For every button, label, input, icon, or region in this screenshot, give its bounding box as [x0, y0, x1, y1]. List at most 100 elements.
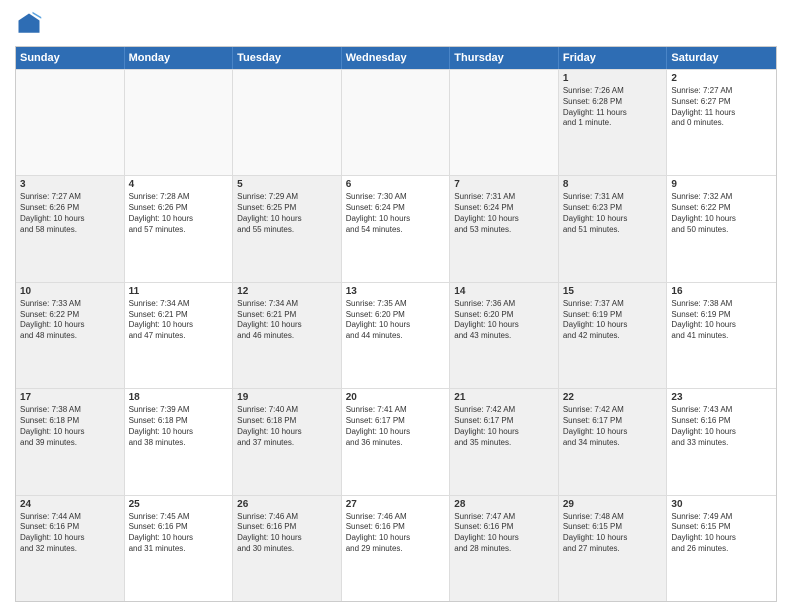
day-number: 26 [237, 499, 337, 510]
page: SundayMondayTuesdayWednesdayThursdayFrid… [0, 0, 792, 612]
day-info: Sunrise: 7:32 AM Sunset: 6:22 PM Dayligh… [671, 192, 772, 235]
day-number: 9 [671, 179, 772, 190]
day-info: Sunrise: 7:41 AM Sunset: 6:17 PM Dayligh… [346, 405, 446, 448]
day-number: 18 [129, 392, 229, 403]
day-number: 15 [563, 286, 663, 297]
weekday-header: Wednesday [342, 47, 451, 69]
calendar-cell: 16 Sunrise: 7:38 AM Sunset: 6:19 PM Dayli… [667, 283, 776, 388]
calendar-cell: 23Sunrise: 7:43 AM Sunset: 6:16 PM Dayli… [667, 389, 776, 494]
day-info: Sunrise: 7:49 AM Sunset: 6:15 PM Dayligh… [671, 512, 772, 555]
day-number: 2 [671, 73, 772, 84]
calendar-cell [16, 70, 125, 175]
calendar-cell: 22 Sunrise: 7:42 AM Sunset: 6:17 PM Dayli… [559, 389, 668, 494]
day-number: 28 [454, 499, 554, 510]
weekday-header: Monday [125, 47, 234, 69]
day-info: Sunrise: 7:31 AM Sunset: 6:24 PM Dayligh… [454, 192, 554, 235]
day-info: Sunrise: 7:42 AM Sunset: 6:17 PM Dayligh… [454, 405, 554, 448]
calendar-cell: 10 Sunrise: 7:33 AM Sunset: 6:22 PM Dayli… [16, 283, 125, 388]
day-info: Sunrise: 7:27 AM Sunset: 6:26 PM Dayligh… [20, 192, 120, 235]
day-info: Sunrise: 7:45 AM Sunset: 6:16 PM Dayligh… [129, 512, 229, 555]
day-number: 12 [237, 286, 337, 297]
day-number: 19 [237, 392, 337, 403]
day-number: 11 [129, 286, 229, 297]
calendar-cell: 27Sunrise: 7:46 AM Sunset: 6:16 PM Dayli… [342, 496, 451, 601]
day-number: 16 [671, 286, 772, 297]
day-info: Sunrise: 7:40 AM Sunset: 6:18 PM Dayligh… [237, 405, 337, 448]
day-info: Sunrise: 7:44 AM Sunset: 6:16 PM Dayligh… [20, 512, 120, 555]
weekday-header: Tuesday [233, 47, 342, 69]
calendar-cell: 25Sunrise: 7:45 AM Sunset: 6:16 PM Dayli… [125, 496, 234, 601]
calendar-cell: 7 Sunrise: 7:31 AM Sunset: 6:24 PM Daylig… [450, 176, 559, 281]
day-info: Sunrise: 7:43 AM Sunset: 6:16 PM Dayligh… [671, 405, 772, 448]
weekday-header: Saturday [667, 47, 776, 69]
day-number: 6 [346, 179, 446, 190]
day-info: Sunrise: 7:28 AM Sunset: 6:26 PM Dayligh… [129, 192, 229, 235]
day-info: Sunrise: 7:34 AM Sunset: 6:21 PM Dayligh… [129, 299, 229, 342]
day-info: Sunrise: 7:42 AM Sunset: 6:17 PM Dayligh… [563, 405, 663, 448]
calendar-cell [450, 70, 559, 175]
day-info: Sunrise: 7:48 AM Sunset: 6:15 PM Dayligh… [563, 512, 663, 555]
day-info: Sunrise: 7:38 AM Sunset: 6:18 PM Dayligh… [20, 405, 120, 448]
calendar-cell: 21 Sunrise: 7:42 AM Sunset: 6:17 PM Dayli… [450, 389, 559, 494]
day-number: 4 [129, 179, 229, 190]
day-number: 1 [563, 73, 663, 84]
calendar-cell: 3 Sunrise: 7:27 AM Sunset: 6:26 PM Daylig… [16, 176, 125, 281]
day-number: 14 [454, 286, 554, 297]
calendar-cell: 4 Sunrise: 7:28 AM Sunset: 6:26 PM Daylig… [125, 176, 234, 281]
day-info: Sunrise: 7:34 AM Sunset: 6:21 PM Dayligh… [237, 299, 337, 342]
logo [15, 10, 47, 38]
calendar-row: 1 Sunrise: 7:26 AM Sunset: 6:28 PM Daylig… [16, 69, 776, 175]
calendar-header: SundayMondayTuesdayWednesdayThursdayFrid… [16, 47, 776, 69]
day-info: Sunrise: 7:29 AM Sunset: 6:25 PM Dayligh… [237, 192, 337, 235]
day-number: 22 [563, 392, 663, 403]
calendar-cell: 1 Sunrise: 7:26 AM Sunset: 6:28 PM Daylig… [559, 70, 668, 175]
calendar-cell [342, 70, 451, 175]
day-info: Sunrise: 7:31 AM Sunset: 6:23 PM Dayligh… [563, 192, 663, 235]
day-info: Sunrise: 7:26 AM Sunset: 6:28 PM Dayligh… [563, 86, 663, 129]
day-number: 24 [20, 499, 120, 510]
day-number: 7 [454, 179, 554, 190]
calendar-cell: 30 Sunrise: 7:49 AM Sunset: 6:15 PM Dayli… [667, 496, 776, 601]
day-number: 29 [563, 499, 663, 510]
day-number: 10 [20, 286, 120, 297]
logo-icon [15, 10, 43, 38]
calendar-cell [233, 70, 342, 175]
calendar-cell: 6Sunrise: 7:30 AM Sunset: 6:24 PM Daylig… [342, 176, 451, 281]
calendar-cell: 8Sunrise: 7:31 AM Sunset: 6:23 PM Daylig… [559, 176, 668, 281]
calendar-cell: 12 Sunrise: 7:34 AM Sunset: 6:21 PM Dayli… [233, 283, 342, 388]
calendar-cell: 29 Sunrise: 7:48 AM Sunset: 6:15 PM Dayli… [559, 496, 668, 601]
day-number: 27 [346, 499, 446, 510]
calendar-cell: 17 Sunrise: 7:38 AM Sunset: 6:18 PM Dayli… [16, 389, 125, 494]
calendar-cell: 2 Sunrise: 7:27 AM Sunset: 6:27 PM Daylig… [667, 70, 776, 175]
calendar-cell: 13Sunrise: 7:35 AM Sunset: 6:20 PM Dayli… [342, 283, 451, 388]
day-number: 17 [20, 392, 120, 403]
day-info: Sunrise: 7:39 AM Sunset: 6:18 PM Dayligh… [129, 405, 229, 448]
day-info: Sunrise: 7:38 AM Sunset: 6:19 PM Dayligh… [671, 299, 772, 342]
calendar-cell: 24 Sunrise: 7:44 AM Sunset: 6:16 PM Dayli… [16, 496, 125, 601]
day-number: 20 [346, 392, 446, 403]
calendar-cell: 18 Sunrise: 7:39 AM Sunset: 6:18 PM Dayli… [125, 389, 234, 494]
day-info: Sunrise: 7:33 AM Sunset: 6:22 PM Dayligh… [20, 299, 120, 342]
calendar: SundayMondayTuesdayWednesdayThursdayFrid… [15, 46, 777, 602]
day-info: Sunrise: 7:36 AM Sunset: 6:20 PM Dayligh… [454, 299, 554, 342]
day-number: 3 [20, 179, 120, 190]
calendar-body: 1 Sunrise: 7:26 AM Sunset: 6:28 PM Daylig… [16, 69, 776, 601]
calendar-cell: 28Sunrise: 7:47 AM Sunset: 6:16 PM Dayli… [450, 496, 559, 601]
calendar-row: 10 Sunrise: 7:33 AM Sunset: 6:22 PM Dayli… [16, 282, 776, 388]
calendar-cell: 14 Sunrise: 7:36 AM Sunset: 6:20 PM Dayli… [450, 283, 559, 388]
calendar-cell: 5Sunrise: 7:29 AM Sunset: 6:25 PM Daylig… [233, 176, 342, 281]
day-number: 21 [454, 392, 554, 403]
calendar-cell: 20 Sunrise: 7:41 AM Sunset: 6:17 PM Dayli… [342, 389, 451, 494]
calendar-row: 3 Sunrise: 7:27 AM Sunset: 6:26 PM Daylig… [16, 175, 776, 281]
calendar-row: 17 Sunrise: 7:38 AM Sunset: 6:18 PM Dayli… [16, 388, 776, 494]
calendar-cell: 11 Sunrise: 7:34 AM Sunset: 6:21 PM Dayli… [125, 283, 234, 388]
calendar-cell [125, 70, 234, 175]
day-info: Sunrise: 7:46 AM Sunset: 6:16 PM Dayligh… [237, 512, 337, 555]
day-info: Sunrise: 7:27 AM Sunset: 6:27 PM Dayligh… [671, 86, 772, 129]
day-info: Sunrise: 7:37 AM Sunset: 6:19 PM Dayligh… [563, 299, 663, 342]
day-info: Sunrise: 7:35 AM Sunset: 6:20 PM Dayligh… [346, 299, 446, 342]
day-number: 30 [671, 499, 772, 510]
weekday-header: Sunday [16, 47, 125, 69]
calendar-cell: 19 Sunrise: 7:40 AM Sunset: 6:18 PM Dayli… [233, 389, 342, 494]
calendar-cell: 15 Sunrise: 7:37 AM Sunset: 6:19 PM Dayli… [559, 283, 668, 388]
